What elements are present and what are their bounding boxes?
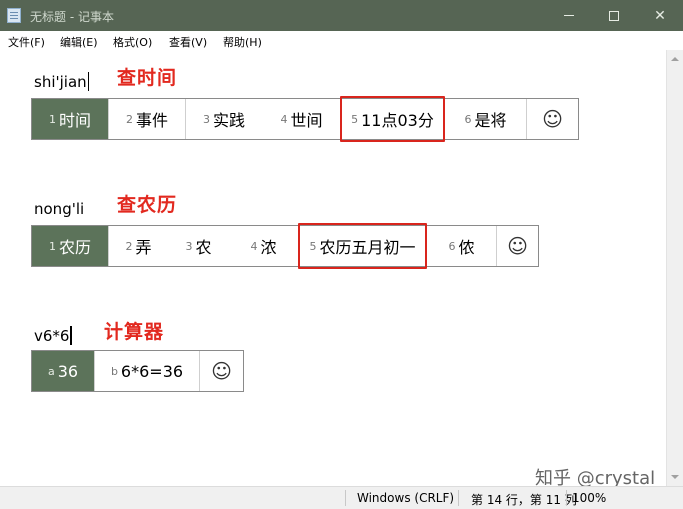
maximize-icon (609, 10, 619, 21)
candidate-item[interactable]: 6侬 (427, 226, 497, 266)
maximize-button[interactable] (591, 0, 637, 31)
typed-command-line: v6*6 (34, 326, 72, 345)
vertical-scrollbar[interactable] (666, 50, 683, 486)
candidate-text: 是将 (474, 111, 507, 130)
candidate-item[interactable]: 1 时间 (32, 99, 109, 139)
candidate-item-highlighted[interactable]: 5 11点03分 (340, 96, 445, 142)
candidate-item[interactable]: 1 农历 (32, 226, 109, 266)
typed-text: shi'jian (34, 73, 87, 91)
typed-pinyin-line: nong'li (34, 200, 84, 218)
title-bar: 无标题 - 记事本 ✕ (0, 0, 683, 31)
window-title: 无标题 - 记事本 (30, 10, 114, 24)
status-bar: Windows (CRLF) 第 14 行，第 11 列 100% (0, 486, 683, 509)
minimize-icon (564, 15, 574, 16)
menu-bar: 文件(F) 编辑(E) 格式(O) 查看(V) 帮助(H) (0, 31, 683, 50)
candidate-item[interactable]: 6 是将 (445, 99, 527, 139)
candidate-text: 侬 (458, 238, 475, 257)
candidate-text: 36 (57, 361, 79, 381)
candidate-item[interactable]: a 36 (32, 351, 95, 391)
candidate-number: 6 (464, 112, 472, 126)
text-caret (87, 72, 90, 91)
candidate-item[interactable]: 3 实践 (186, 99, 263, 139)
annotation-label: 计算器 (104, 321, 165, 343)
ime-candidate-bar: 1 农历 2弄 3农 4浓 5 农历五月初一 6侬 ☺ (31, 223, 539, 269)
typed-pinyin-line: shi'jian (34, 72, 90, 91)
smiley-icon: ☺ (211, 359, 232, 383)
candidate-text: 6*6=36 (120, 361, 184, 381)
close-icon: ✕ (654, 7, 666, 24)
candidate-text: 农 (195, 238, 212, 257)
candidate-number: 3 (202, 112, 210, 126)
candidate-item[interactable]: 2弄 (109, 226, 169, 266)
ime-candidate-bar: 1 时间 2 事件 3 实践 4 世间 5 11点03分 6 是将 ☺ (31, 96, 579, 142)
candidate-number: 2 (125, 239, 133, 253)
candidate-number: 4 (250, 239, 258, 253)
ime-candidate-bar: a 36 b 6*6=36 ☺ (31, 350, 244, 392)
candidate-number: 6 (448, 239, 456, 253)
candidate-number: 5 (309, 239, 317, 253)
typed-text: v6*6 (34, 327, 70, 345)
candidate-text: 浓 (260, 238, 277, 257)
candidate-number: 1 (48, 112, 56, 126)
menu-file[interactable]: 文件(F) (8, 34, 45, 50)
scroll-up-icon[interactable] (671, 57, 679, 61)
candidate-item[interactable]: 4 世间 (263, 99, 341, 139)
candidate-text: 农历 (58, 238, 91, 257)
menu-format[interactable]: 格式(O) (113, 34, 152, 50)
candidate-number: 3 (185, 239, 193, 253)
menu-help[interactable]: 帮助(H) (223, 34, 262, 50)
status-divider (345, 490, 346, 506)
emoji-button[interactable]: ☺ (497, 226, 538, 266)
candidate-text: 弄 (135, 238, 152, 257)
candidate-number: 2 (125, 112, 133, 126)
candidate-item[interactable]: 4浓 (229, 226, 299, 266)
minimize-button[interactable] (546, 0, 592, 31)
candidate-item[interactable]: 3农 (169, 226, 229, 266)
emoji-button[interactable]: ☺ (527, 99, 578, 139)
text-editor-area[interactable]: shi'jian 查时间 1 时间 2 事件 3 实践 4 世间 5 11点03分 6 是将… (0, 50, 666, 486)
notepad-icon (7, 8, 21, 23)
typed-text: nong'li (34, 200, 85, 218)
candidate-text: 农历五月初一 (319, 238, 416, 257)
candidate-text: 时间 (58, 111, 91, 130)
candidate-number: 5 (351, 112, 359, 126)
scroll-down-icon[interactable] (671, 475, 679, 479)
annotation-label: 查农历 (117, 194, 178, 216)
menu-view[interactable]: 查看(V) (169, 34, 207, 50)
candidate-number: 1 (48, 239, 56, 253)
candidate-text: 11点03分 (361, 111, 434, 130)
menu-edit[interactable]: 编辑(E) (60, 34, 98, 50)
candidate-item-highlighted[interactable]: 5 农历五月初一 (298, 223, 427, 269)
candidate-text: 实践 (212, 111, 245, 130)
line-ending-status: Windows (CRLF) (357, 491, 455, 505)
candidate-text: 世间 (290, 111, 323, 130)
candidate-item[interactable]: 2 事件 (109, 99, 186, 139)
status-divider (566, 490, 567, 506)
close-button[interactable]: ✕ (637, 0, 683, 31)
zoom-level-status: 100% (572, 491, 607, 505)
emoji-button[interactable]: ☺ (200, 351, 243, 391)
candidate-number: b (110, 364, 118, 378)
candidate-number: a (47, 364, 55, 378)
status-divider (458, 490, 459, 506)
text-caret (70, 326, 72, 345)
smiley-icon: ☺ (507, 234, 528, 258)
candidate-text: 事件 (135, 111, 168, 130)
annotation-label: 查时间 (117, 67, 178, 89)
candidate-number: 4 (280, 112, 288, 126)
candidate-item[interactable]: b 6*6=36 (95, 351, 200, 391)
smiley-icon: ☺ (542, 107, 563, 131)
